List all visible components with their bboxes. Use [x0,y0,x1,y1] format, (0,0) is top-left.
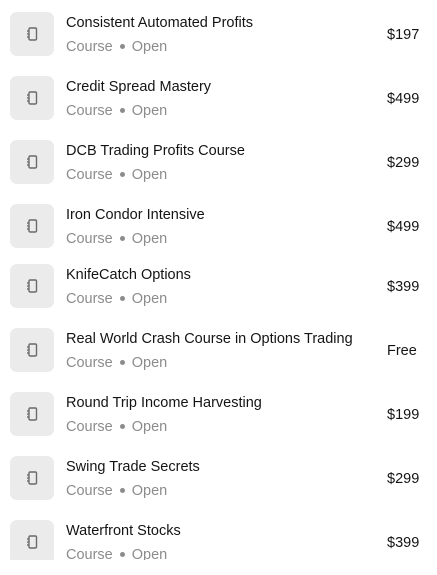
product-status: Open [131,547,168,560]
product-list: Consistent Automated Profits Course Open … [0,0,437,560]
product-status: Open [131,291,168,307]
separator-dot [119,171,125,177]
product-type: Course [66,291,113,307]
product-price: $197 [387,27,420,43]
product-status: Open [131,231,168,247]
product-title: Credit Spread Mastery [66,79,212,95]
separator-dot [119,487,125,493]
separator-dot [119,107,125,113]
product-meta: Course Open [66,38,167,56]
product-meta: Course Open [66,102,167,120]
product-type: Course [66,103,113,119]
product-type: Course [66,39,113,55]
product-price: $199 [387,407,420,423]
product-title: Real World Crash Course in Options Tradi… [66,331,353,347]
product-price: $399 [387,535,420,551]
product-price: $499 [387,91,420,107]
product-status: Open [131,355,168,371]
product-price: Free [387,343,417,359]
separator-dot [119,551,125,557]
product-thumbnail [10,12,54,56]
product-title: DCB Trading Profits Course [66,143,245,159]
product-type: Course [66,419,113,435]
product-title: Swing Trade Secrets [66,459,200,475]
product-row[interactable]: Round Trip Income Harvesting Course Open … [0,382,437,446]
product-price: $499 [387,219,420,235]
product-row[interactable]: DCB Trading Profits Course Course Open $2… [0,130,437,194]
product-row[interactable]: KnifeCatch Options Course Open $399 [0,254,437,318]
separator-dot [119,295,125,301]
product-title: Consistent Automated Profits [66,15,253,31]
product-thumbnail [10,76,54,120]
product-title: Iron Condor Intensive [66,207,205,223]
product-row[interactable]: Consistent Automated Profits Course Open … [0,2,437,66]
product-title: Round Trip Income Harvesting [66,395,262,411]
product-row[interactable]: Iron Condor Intensive Course Open $499 [0,194,437,258]
product-status: Open [131,103,168,119]
product-meta: Course Open [66,546,167,560]
product-status: Open [131,483,168,499]
product-row[interactable]: Real World Crash Course in Options Tradi… [0,318,437,382]
product-thumbnail [10,392,54,436]
product-thumbnail [10,328,54,372]
separator-dot [119,359,125,365]
product-meta: Course Open [66,482,167,500]
product-price: $299 [387,155,420,171]
product-row[interactable]: Swing Trade Secrets Course Open $299 [0,446,437,510]
product-meta: Course Open [66,418,167,436]
product-row[interactable]: Waterfront Stocks Course Open $399 [0,510,437,560]
product-type: Course [66,355,113,371]
product-thumbnail [10,520,54,560]
product-meta: Course Open [66,354,167,372]
product-row[interactable]: Credit Spread Mastery Course Open $499 [0,66,437,130]
product-type: Course [66,231,113,247]
product-status: Open [131,167,168,183]
product-thumbnail [10,204,54,248]
separator-dot [119,423,125,429]
product-meta: Course Open [66,290,167,308]
product-title: KnifeCatch Options [66,267,191,283]
product-meta: Course Open [66,166,167,184]
product-thumbnail [10,264,54,308]
separator-dot [119,235,125,241]
product-status: Open [131,419,168,435]
product-price: $399 [387,279,420,295]
product-price: $299 [387,471,420,487]
product-type: Course [66,483,113,499]
product-type: Course [66,547,113,560]
product-thumbnail [10,456,54,500]
product-type: Course [66,167,113,183]
product-thumbnail [10,140,54,184]
product-title: Waterfront Stocks [66,523,181,539]
product-status: Open [131,39,168,55]
separator-dot [119,43,125,49]
product-meta: Course Open [66,230,167,248]
